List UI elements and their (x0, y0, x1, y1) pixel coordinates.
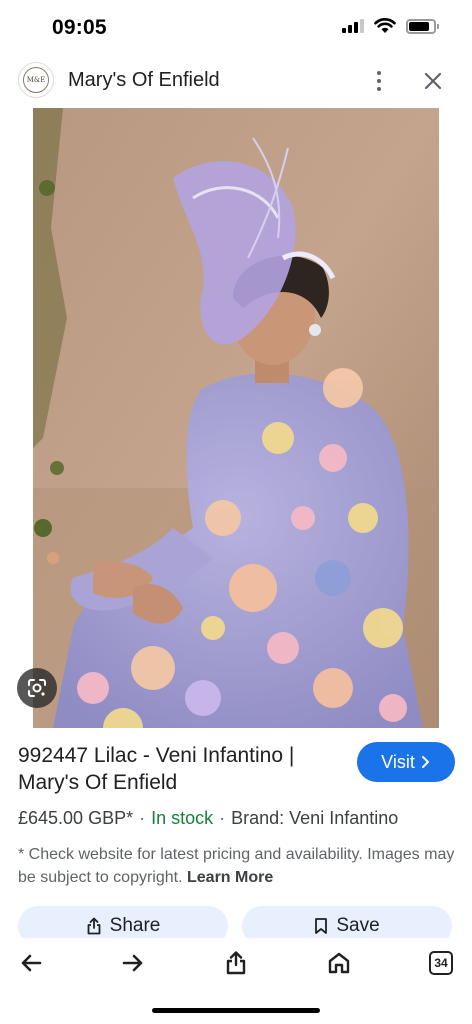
more-options-button[interactable] (366, 66, 392, 96)
tab-count-badge: 34 (429, 951, 453, 975)
site-title[interactable]: Mary's Of Enfield (68, 69, 220, 92)
status-time: 09:05 (52, 16, 107, 39)
close-button[interactable] (418, 66, 448, 96)
viewer-header: M&E Mary's Of Enfield (0, 56, 472, 106)
back-button[interactable] (16, 948, 46, 978)
site-logo[interactable]: M&E (18, 62, 54, 98)
save-label: Save (336, 915, 380, 936)
arrow-right-icon (122, 954, 143, 972)
product-price: £645.00 GBP* (18, 808, 134, 828)
visit-button[interactable]: Visit (357, 742, 455, 782)
visual-search-button[interactable] (17, 668, 57, 708)
product-meta: £645.00 GBP* · In stock · Brand: Veni Infant… (18, 808, 398, 829)
home-indicator (152, 1008, 320, 1013)
status-bar: 09:05 (0, 0, 472, 56)
copyright-disclaimer: * Check website for latest pricing and a… (18, 843, 458, 889)
bookmark-icon (315, 918, 328, 934)
share-label: Share (109, 915, 161, 936)
visit-label: Visit (381, 751, 415, 772)
more-vertical-icon (377, 71, 381, 75)
battery-level (409, 21, 430, 31)
cellular-signal-icon (342, 19, 364, 33)
wifi-icon (374, 18, 396, 33)
forward-button[interactable] (118, 948, 148, 978)
tabs-button[interactable]: 34 (426, 948, 456, 978)
product-photo-illustration (33, 108, 439, 728)
home-icon (328, 952, 350, 974)
separator-dot: · (219, 808, 226, 828)
chevron-right-icon (421, 756, 429, 768)
share-page-button[interactable] (221, 948, 251, 978)
share-icon (226, 951, 246, 975)
lens-search-icon (28, 679, 46, 697)
site-logo-mark: M&E (23, 67, 49, 93)
close-icon (424, 72, 442, 90)
home-button[interactable] (324, 948, 354, 978)
browser-toolbar: 34 (0, 938, 472, 988)
share-icon (87, 917, 101, 935)
image-preview-area (0, 108, 472, 728)
battery-icon (406, 18, 439, 34)
learn-more-link[interactable]: Learn More (187, 869, 273, 886)
stock-status: In stock (151, 808, 214, 828)
product-title[interactable]: 992447 Lilac - Veni Infantino | Mary's O… (18, 742, 348, 796)
product-brand: Brand: Veni Infantino (231, 808, 399, 828)
separator-dot: · (139, 808, 146, 828)
status-icons (342, 18, 439, 34)
product-image[interactable] (33, 108, 439, 728)
arrow-left-icon (21, 954, 42, 972)
